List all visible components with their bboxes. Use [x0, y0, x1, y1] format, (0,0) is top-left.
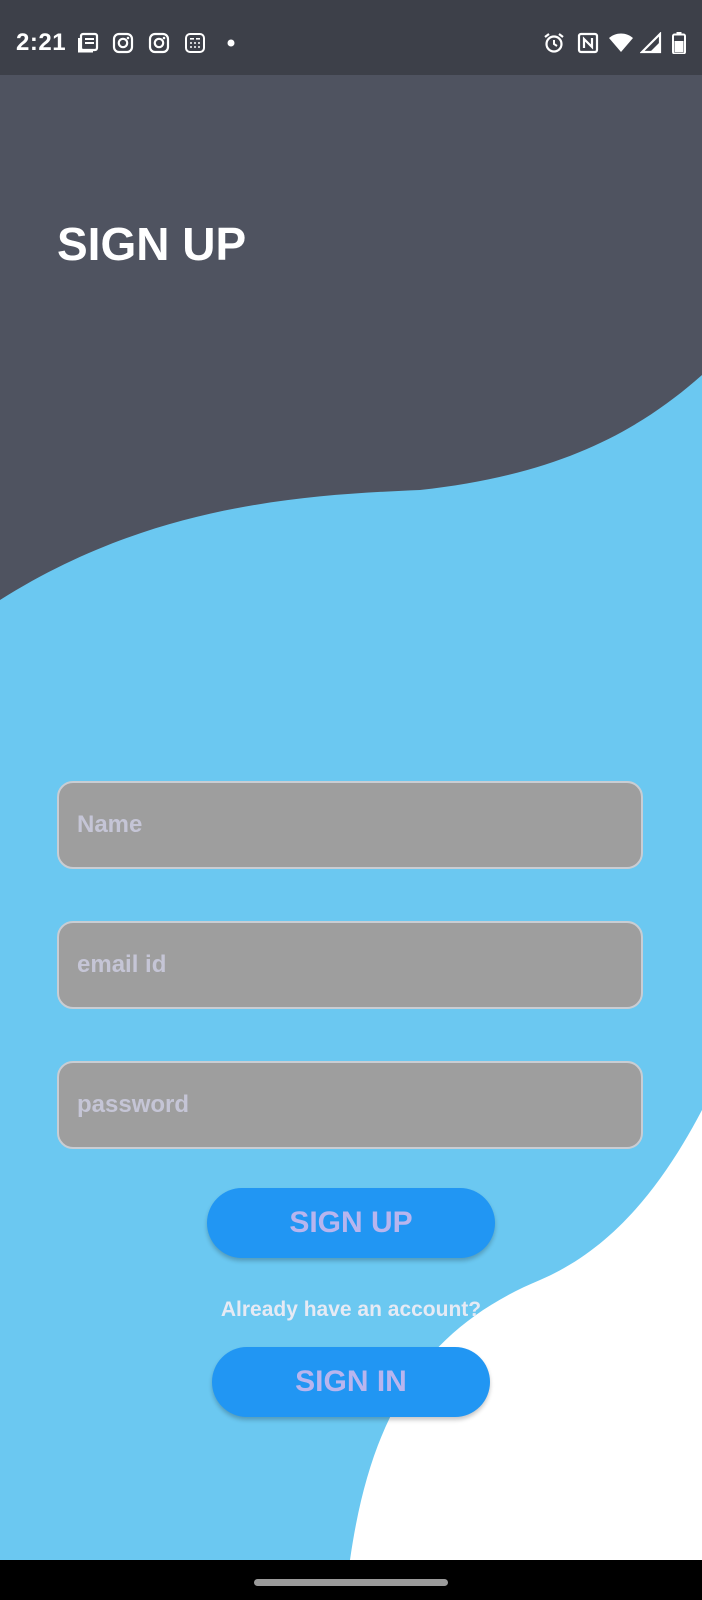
alarm-icon — [543, 32, 565, 54]
dot-icon — [220, 32, 242, 54]
signal-icon — [640, 32, 662, 54]
wifi-icon — [608, 32, 634, 54]
sign-up-button[interactable]: SIGN UP — [207, 1188, 495, 1258]
home-gesture-handle[interactable] — [254, 1579, 448, 1586]
sign-in-button[interactable]: SIGN IN — [212, 1347, 490, 1417]
navigation-bar — [0, 1560, 702, 1600]
name-field[interactable] — [57, 781, 643, 869]
instagram-icon — [148, 32, 170, 54]
instagram-icon — [112, 32, 134, 54]
already-have-account-text: Already have an account? — [220, 1298, 482, 1321]
news-icon — [77, 32, 99, 54]
password-field[interactable] — [57, 1061, 643, 1149]
page-title: SIGN UP — [57, 218, 247, 270]
status-bar: 2:21 — [0, 0, 702, 75]
nfc-icon — [577, 32, 599, 54]
battery-icon — [672, 32, 686, 54]
email-field[interactable] — [57, 921, 643, 1009]
signup-screen: 2:21 SIGN UP Name email id SIGN UP Alrea… — [0, 0, 702, 1600]
status-time: 2:21 — [16, 29, 67, 56]
password-input[interactable] — [59, 1063, 641, 1147]
calculator-icon — [184, 32, 206, 54]
name-input[interactable] — [59, 783, 641, 867]
email-input[interactable] — [59, 923, 641, 1007]
